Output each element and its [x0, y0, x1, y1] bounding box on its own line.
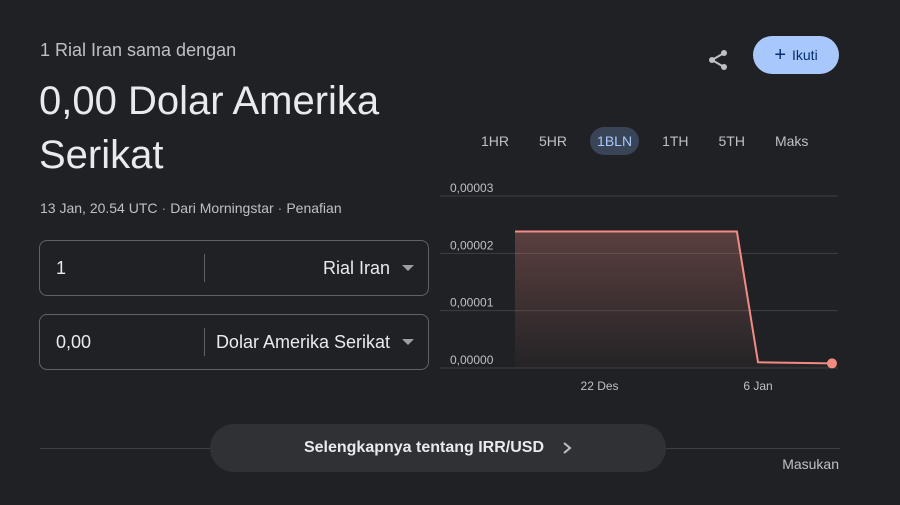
disclaimer-link[interactable]: Penafian — [286, 200, 341, 216]
meta-line: 13 Jan, 20.54 UTC · Dari Morningstar · Penaf… — [40, 200, 342, 216]
source-text: Dari Morningstar — [170, 200, 274, 216]
latest-point — [827, 358, 837, 369]
converted-value: 0,00 Dolar Amerika Serikat — [39, 79, 380, 177]
from-converter: Rial Iran — [39, 240, 429, 296]
to-amount-input[interactable] — [40, 330, 188, 354]
to-currency-label: Dolar Amerika Serikat — [215, 331, 390, 352]
tab-1th[interactable]: 1TH — [655, 127, 695, 155]
subtitle: 1 Rial Iran sama dengan — [40, 40, 237, 60]
tab-1bln[interactable]: 1BLN — [590, 127, 640, 155]
series-area — [515, 231, 832, 368]
x-tick-label: 22 Des — [581, 379, 619, 393]
follow-button[interactable]: + Ikuti — [753, 36, 839, 74]
caret-down-icon — [402, 265, 414, 271]
from-currency-label: Rial Iran — [322, 257, 390, 278]
follow-label: Ikuti — [792, 47, 818, 63]
feedback-link[interactable]: Masukan — [782, 456, 839, 472]
tab-5hr[interactable]: 5HR — [532, 127, 574, 155]
chevron-right-icon — [562, 441, 572, 455]
y-tick-label: 0,00000 — [450, 353, 494, 367]
y-tick-label: 0,00003 — [450, 181, 494, 195]
from-currency-select[interactable]: Rial Iran — [205, 258, 428, 279]
y-tick-label: 0,00001 — [450, 296, 494, 310]
share-button[interactable] — [704, 46, 732, 74]
tab-1hr[interactable]: 1HR — [474, 127, 516, 155]
exchange-rate-chart: 0,00003 0,00002 0,00001 0,00000 22 Des 6 Jan — [440, 181, 838, 393]
tab-maks[interactable]: Maks — [768, 127, 815, 155]
plus-icon: + — [774, 44, 786, 66]
x-tick-label: 6 Jan — [743, 379, 772, 393]
to-currency-select[interactable]: Dolar Amerika Serikat — [205, 332, 428, 353]
y-tick-label: 0,00002 — [450, 238, 494, 252]
more-about-label: Selengkapnya tentang IRR/USD — [303, 439, 545, 456]
timestamp: 13 Jan, 20.54 UTC — [40, 200, 158, 216]
tab-5th[interactable]: 5TH — [712, 127, 752, 155]
range-tabs: 1HR 5HR 1BLN 1TH 5TH Maks — [474, 126, 831, 156]
to-converter: Dolar Amerika Serikat — [39, 314, 429, 370]
share-icon — [709, 50, 727, 70]
more-about-button[interactable]: Selengkapnya tentang IRR/USD — [210, 424, 666, 472]
caret-down-icon — [402, 339, 414, 345]
from-amount-input[interactable] — [40, 256, 188, 280]
